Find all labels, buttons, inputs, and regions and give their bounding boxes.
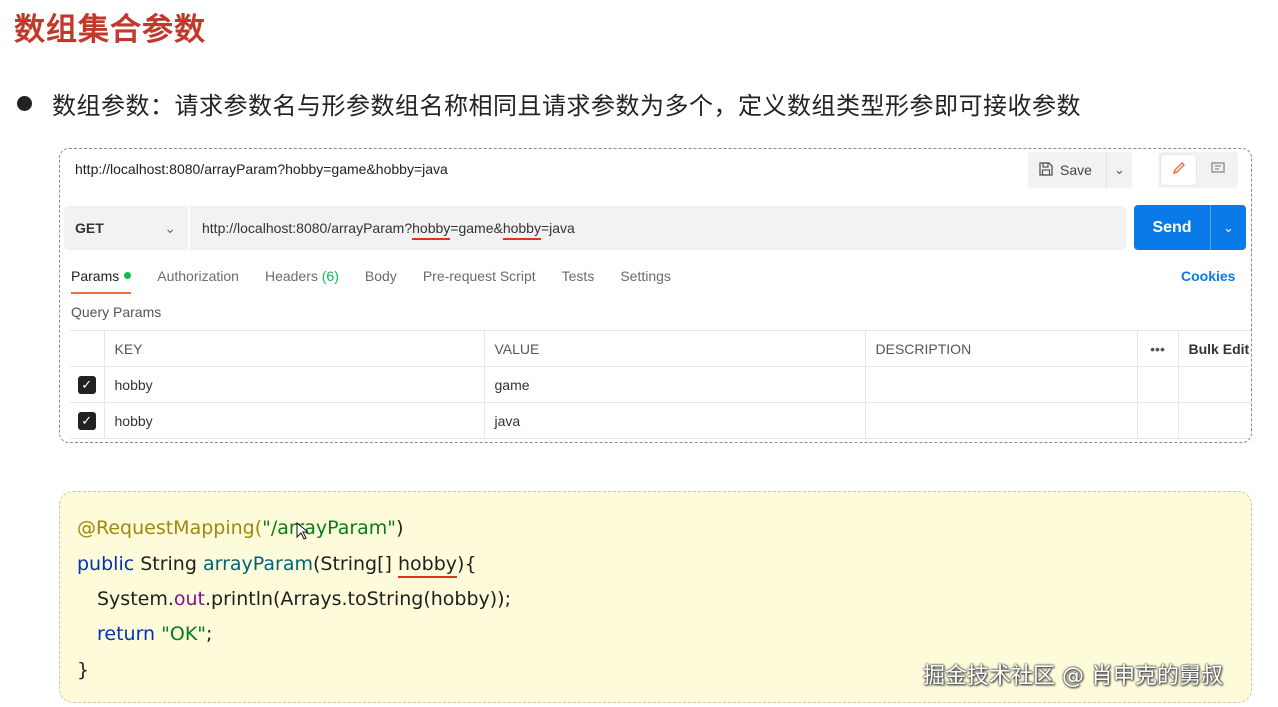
row-spacer-cell	[1136, 366, 1179, 403]
bullet-text: 数组参数：请求参数名与形参数组名称相同且请求参数为多个，定义数组类型形参即可接收…	[52, 92, 1081, 120]
slide-title: 数组集合参数	[14, 12, 206, 48]
tab-tests[interactable]: Tests	[562, 268, 595, 294]
bullet-dot	[17, 96, 32, 111]
request-tabs: Params Authorization Headers (6) Body Pr…	[71, 268, 697, 294]
send-button[interactable]: Send ⌄	[1134, 205, 1246, 250]
value-column-header: VALUE	[483, 330, 866, 367]
comment-icon	[1210, 160, 1226, 181]
headers-count: (6)	[321, 268, 339, 284]
tab-headers-label: Headers	[264, 268, 318, 284]
tab-headers[interactable]: Headers (6)	[265, 268, 339, 294]
chevron-down-icon[interactable]: ⌄	[1211, 220, 1246, 236]
query-params-heading: Query Params	[71, 304, 162, 320]
tab-authorization[interactable]: Authorization	[157, 268, 239, 294]
send-label: Send	[1152, 218, 1192, 236]
mouse-cursor-icon	[296, 521, 310, 544]
tab-body[interactable]: Body	[365, 268, 397, 294]
tab-settings[interactable]: Settings	[620, 268, 671, 294]
watermark: 掘金技术社区 @ 肖申克的舅叔	[923, 664, 1223, 689]
code-text: .println(Arrays.toString(hobby));	[205, 588, 511, 610]
code-line-5: }	[77, 659, 90, 681]
row-spacer-cell	[1177, 402, 1251, 439]
code-method-name: arrayParam	[202, 553, 313, 575]
check-column-header	[70, 330, 105, 367]
checkbox[interactable]: ✓	[77, 411, 96, 430]
param-value-cell[interactable]: java	[483, 402, 866, 439]
query-params-table: KEY VALUE DESCRIPTION ••• Bulk Edit ✓ ho…	[70, 330, 1251, 439]
code-punct: ;	[206, 623, 213, 645]
row-checkbox-cell: ✓	[70, 402, 105, 439]
param-key-cell[interactable]: hobby	[103, 366, 485, 403]
code-line-3: System.out.println(Arrays.toString(hobby…	[97, 588, 511, 610]
code-line-4: return "OK";	[97, 623, 212, 645]
chevron-down-icon: ⌄	[164, 219, 176, 236]
param-description-cell[interactable]	[864, 366, 1138, 403]
url-base: http://localhost:8080/arrayParam?	[202, 220, 413, 236]
param-key-cell[interactable]: hobby	[103, 402, 485, 439]
comments-mode-button[interactable]	[1200, 155, 1235, 185]
edit-mode-button[interactable]	[1161, 155, 1196, 185]
url-input[interactable]: http://localhost:8080/arrayParam?hobby=g…	[202, 220, 575, 240]
url-param-key-2: hobby	[502, 220, 541, 240]
url-tail: =java	[540, 220, 575, 236]
method-label: GET	[75, 220, 104, 236]
tab-pre-request-script[interactable]: Pre-request Script	[423, 268, 536, 294]
more-options-icon[interactable]: •••	[1136, 330, 1179, 367]
pencil-icon	[1171, 160, 1187, 181]
code-annotation: @RequestMapping(	[77, 517, 263, 539]
postman-request-panel: http://localhost:8080/arrayParam?hobby=g…	[59, 148, 1252, 443]
cookies-link[interactable]: Cookies	[1181, 268, 1235, 284]
row-spacer-cell	[1136, 402, 1179, 439]
code-string: "OK"	[155, 623, 207, 645]
code-param-name: hobby	[397, 553, 458, 578]
table-row: ✓ hobby java	[70, 402, 1251, 439]
bulk-edit-button[interactable]: Bulk Edit	[1177, 330, 1251, 367]
code-punct: )	[396, 517, 404, 539]
url-mid: =game&	[450, 220, 503, 236]
code-field: out	[173, 588, 206, 610]
params-indicator-dot	[124, 271, 132, 279]
save-button[interactable]: Save ⌄	[1028, 152, 1132, 188]
checkbox[interactable]: ✓	[77, 375, 96, 394]
code-line-2: public String arrayParam(String[] hobby)…	[77, 553, 477, 578]
code-keyword: return	[97, 623, 156, 645]
chevron-down-icon[interactable]: ⌄	[1107, 162, 1132, 178]
row-spacer-cell	[1177, 366, 1251, 403]
param-value-cell[interactable]: game	[483, 366, 866, 403]
param-description-cell[interactable]	[864, 402, 1138, 439]
tab-params-label: Params	[71, 268, 120, 284]
table-row: ✓ hobby game	[70, 366, 1251, 403]
code-text: System.	[97, 588, 174, 610]
key-column-header: KEY	[103, 330, 485, 367]
url-bar: GET ⌄ http://localhost:8080/arrayParam?h…	[64, 206, 1126, 250]
row-checkbox-cell: ✓	[70, 366, 105, 403]
request-tab-title: http://localhost:8080/arrayParam?hobby=g…	[75, 161, 448, 177]
method-select[interactable]: GET ⌄	[64, 206, 190, 250]
code-string: "/arrayParam"	[262, 517, 397, 539]
save-label: Save	[1060, 162, 1092, 178]
code-keyword: public	[77, 553, 135, 575]
view-mode-toggle	[1158, 152, 1238, 188]
description-column-header: DESCRIPTION	[864, 330, 1138, 367]
code-line-1: @RequestMapping("/arrayParam")	[77, 517, 403, 539]
save-icon	[1038, 161, 1054, 180]
code-punct: ){	[457, 553, 477, 575]
code-params: (String[]	[313, 553, 398, 575]
table-header-row: KEY VALUE DESCRIPTION ••• Bulk Edit	[70, 330, 1251, 367]
code-type: String	[134, 553, 203, 575]
url-param-key-1: hobby	[412, 220, 451, 240]
tab-params[interactable]: Params	[71, 268, 132, 294]
